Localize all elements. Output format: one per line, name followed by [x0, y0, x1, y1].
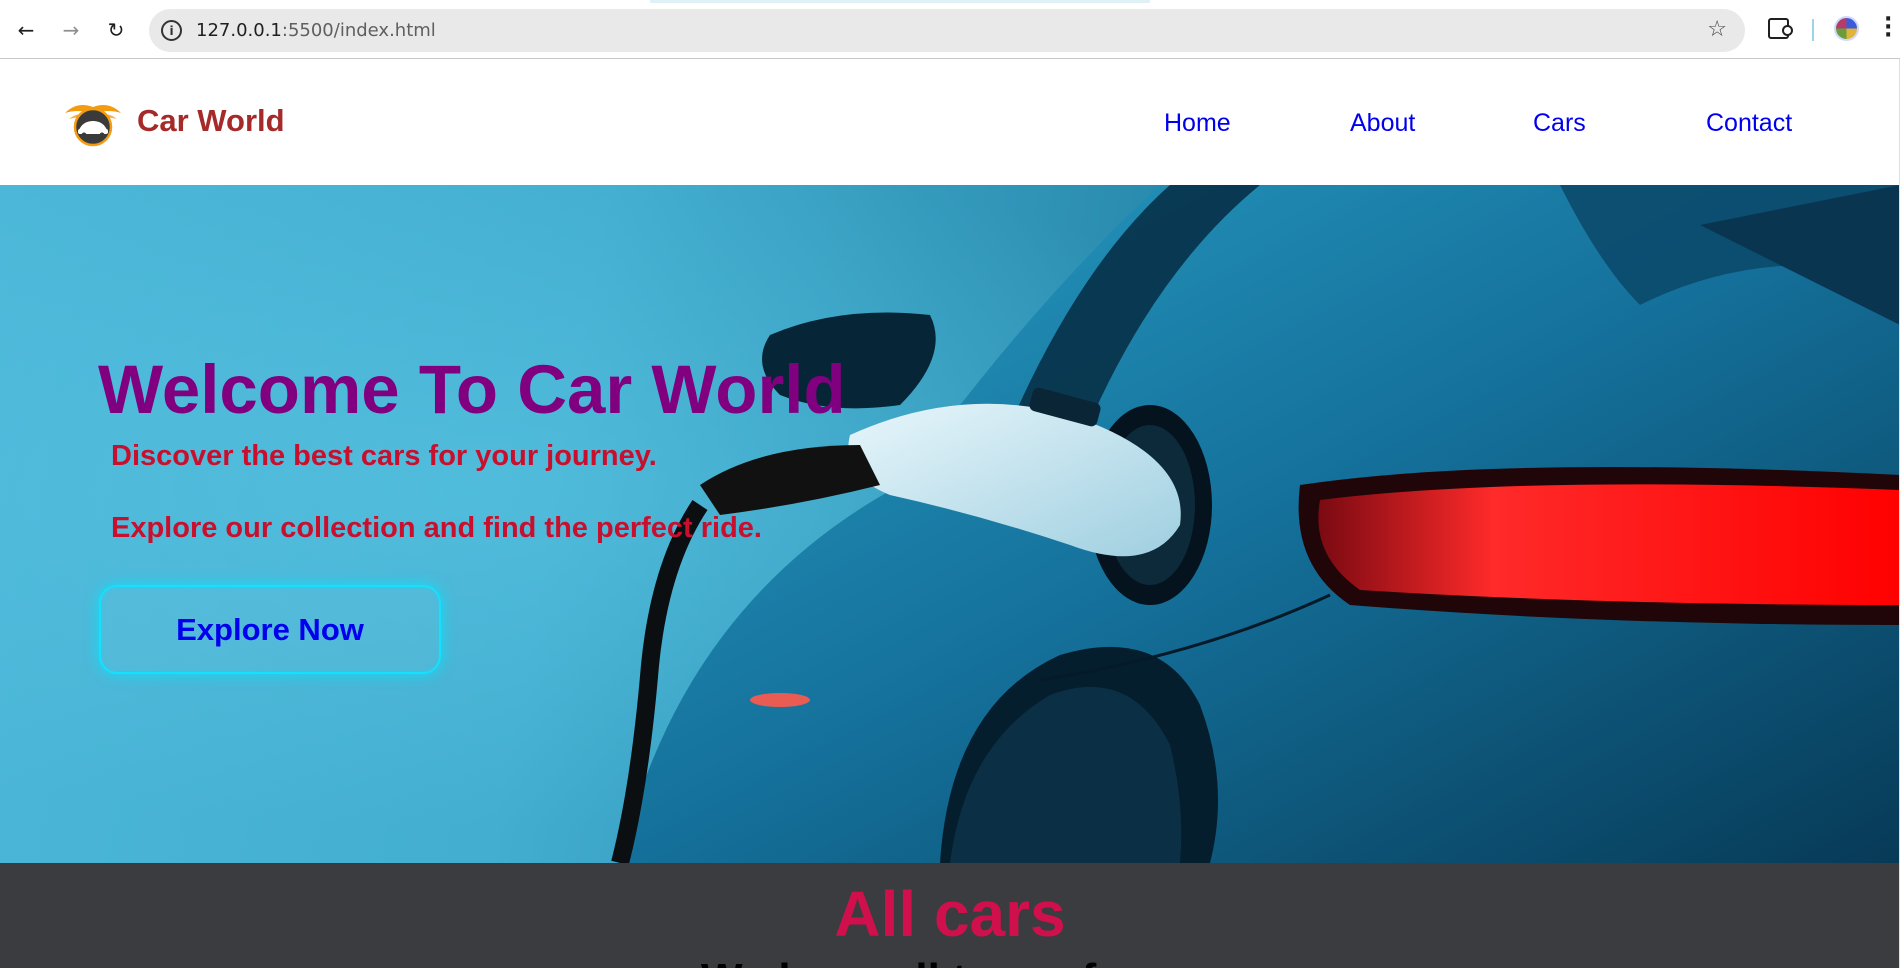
section-subtitle: We have all type of cars: [0, 955, 1900, 968]
hero-tagline: Discover the best cars for your journey.: [111, 440, 657, 472]
hero-title: Welcome To Car World: [98, 351, 846, 428]
url-host: 127.0.0.1: [196, 20, 282, 41]
puzzle-icon[interactable]: [1768, 18, 1793, 39]
browser-toolbar: ← → ↻ i 127.0.0.1:5500/index.html ☆ · · ·: [0, 0, 1900, 59]
nav-link-cars[interactable]: Cars: [1533, 109, 1586, 138]
section-title: All cars: [834, 878, 1066, 950]
hero-description: Explore our collection and find the perf…: [111, 512, 762, 544]
brand-name[interactable]: Car World: [137, 103, 285, 139]
reload-icon[interactable]: ↻: [100, 14, 132, 46]
back-arrow-icon[interactable]: ←: [10, 14, 42, 46]
tab-strip-indicator: [650, 0, 1150, 3]
all-cars-section: All cars We have all type of cars: [0, 863, 1900, 968]
site-info-icon[interactable]: i: [161, 20, 182, 41]
kebab-menu-icon[interactable]: · · ·: [1884, 9, 1892, 47]
nav-link-contact[interactable]: Contact: [1706, 109, 1792, 138]
site-header: Car World Home About Cars Contact: [0, 59, 1900, 185]
profile-avatar[interactable]: [1834, 16, 1859, 41]
toolbar-divider: [1812, 19, 1814, 41]
url-text[interactable]: 127.0.0.1:5500/index.html: [196, 20, 436, 41]
nav-link-home[interactable]: Home: [1164, 109, 1231, 138]
forward-arrow-icon[interactable]: →: [55, 14, 87, 46]
hero-section: Welcome To Car World Discover the best c…: [0, 185, 1900, 863]
explore-now-button[interactable]: Explore Now: [99, 585, 441, 674]
address-bar[interactable]: i 127.0.0.1:5500/index.html ☆: [149, 9, 1745, 52]
url-path: :5500/index.html: [281, 20, 436, 41]
star-icon[interactable]: ☆: [1707, 17, 1727, 42]
nav-link-about[interactable]: About: [1350, 109, 1415, 138]
car-logo-icon: [65, 105, 121, 147]
